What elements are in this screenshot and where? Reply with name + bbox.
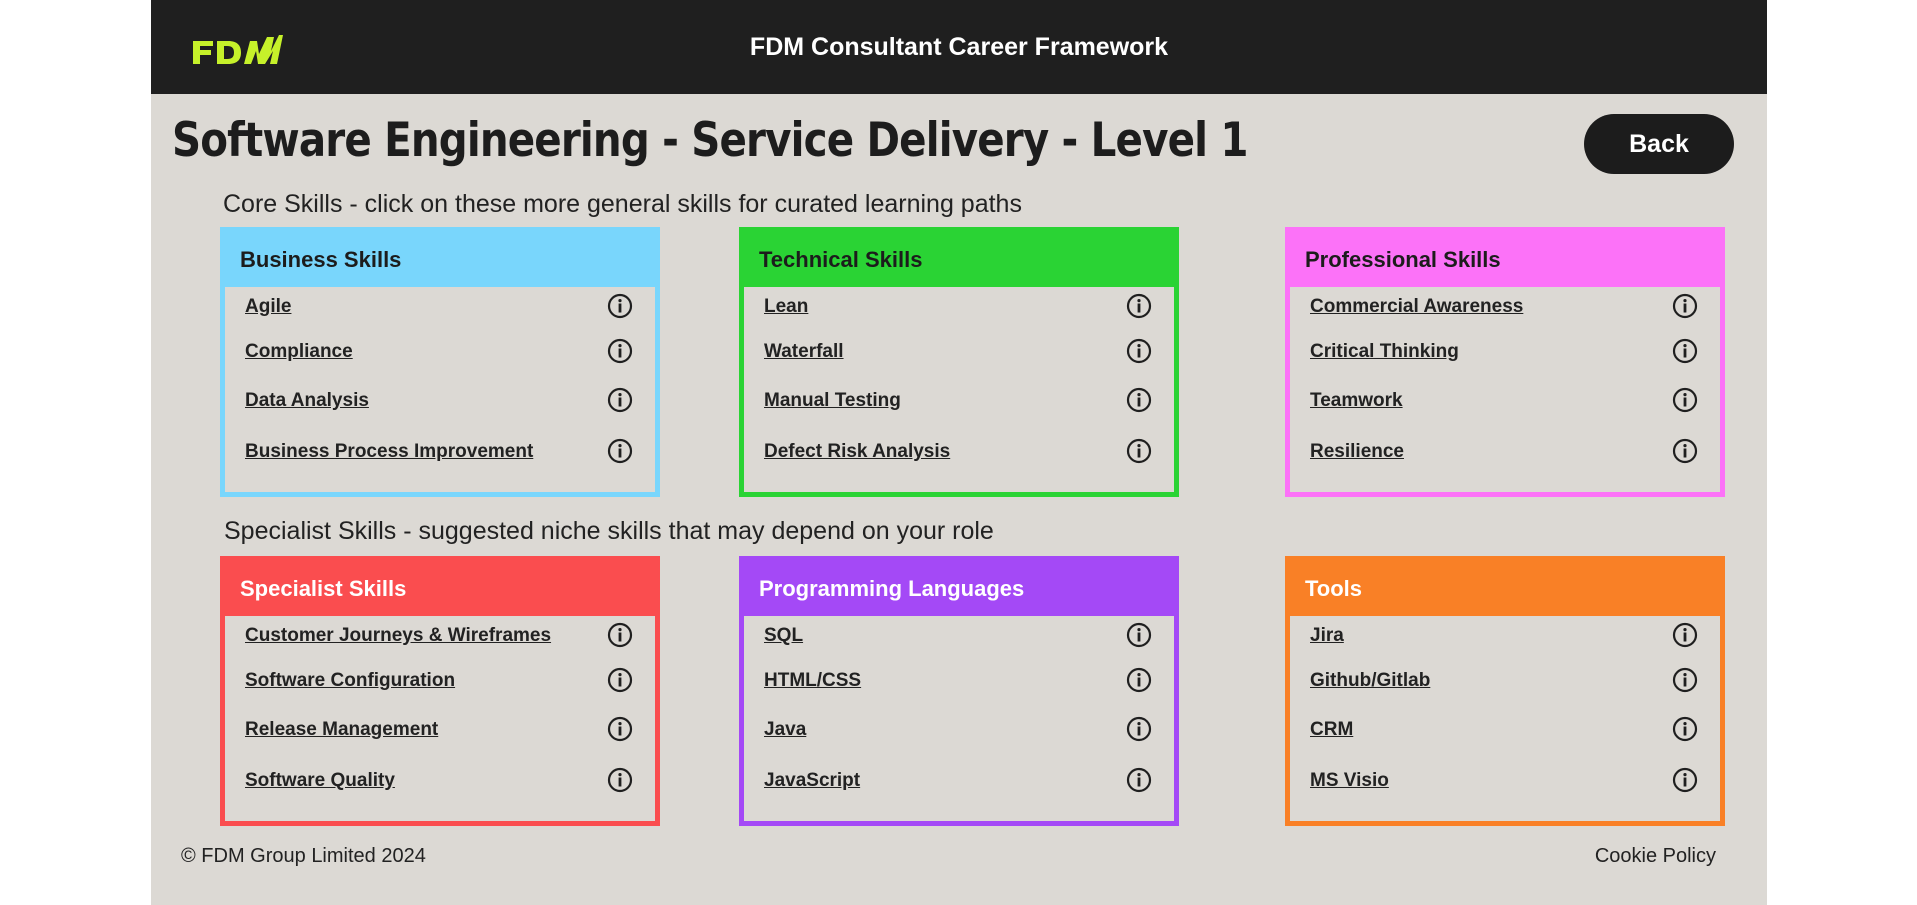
skill-item-business-process-improvement: Business Process Improvement <box>245 437 633 467</box>
skill-card-business-skills: Business Skills Agile Compliance Data Analy… <box>220 227 660 497</box>
info-icon[interactable] <box>607 338 633 364</box>
skill-link[interactable]: Business Process Improvement <box>245 441 533 463</box>
info-icon[interactable] <box>1672 293 1698 319</box>
back-button[interactable]: Back <box>1584 114 1734 174</box>
card-title: Tools <box>1290 561 1720 616</box>
skill-item-java: Java <box>764 715 1152 745</box>
skill-link[interactable]: Waterfall <box>764 341 844 363</box>
skill-item-compliance: Compliance <box>245 337 633 367</box>
info-icon[interactable] <box>1126 438 1152 464</box>
skill-link[interactable]: Software Quality <box>245 770 395 792</box>
skill-item-commercial-awareness: Commercial Awareness <box>1310 292 1698 322</box>
skill-link[interactable]: Software Configuration <box>245 670 455 692</box>
info-icon[interactable] <box>1672 767 1698 793</box>
page-title: Software Engineering - Service Delivery … <box>172 113 1248 168</box>
skill-item-lean: Lean <box>764 292 1152 322</box>
skill-item-javascript: JavaScript <box>764 766 1152 796</box>
info-icon[interactable] <box>1672 438 1698 464</box>
skill-item-waterfall: Waterfall <box>764 337 1152 367</box>
skill-link[interactable]: MS Visio <box>1310 770 1389 792</box>
skill-item-crm: CRM <box>1310 715 1698 745</box>
skill-list: Commercial Awareness Critical Thinking Tea… <box>1290 287 1720 492</box>
card-title: Specialist Skills <box>225 561 655 616</box>
skill-item-resilience: Resilience <box>1310 437 1698 467</box>
skill-item-agile: Agile <box>245 292 633 322</box>
skill-item-github-gitlab: Github/Gitlab <box>1310 666 1698 696</box>
skill-card-professional-skills: Professional Skills Commercial Awareness C… <box>1285 227 1725 497</box>
skill-link[interactable]: Defect Risk Analysis <box>764 441 950 463</box>
skill-link[interactable]: Github/Gitlab <box>1310 670 1430 692</box>
info-icon[interactable] <box>1672 622 1698 648</box>
info-icon[interactable] <box>1672 387 1698 413</box>
info-icon[interactable] <box>607 716 633 742</box>
skill-list: Jira Github/Gitlab CRM MS Visio <box>1290 616 1720 821</box>
skill-link[interactable]: Critical Thinking <box>1310 341 1459 363</box>
card-title: Programming Languages <box>744 561 1174 616</box>
skill-item-manual-testing: Manual Testing <box>764 386 1152 416</box>
app-title: FDM Consultant Career Framework <box>749 33 1169 61</box>
skill-item-data-analysis: Data Analysis <box>245 386 633 416</box>
skill-link[interactable]: Agile <box>245 296 291 318</box>
copyright-text: © FDM Group Limited 2024 <box>181 845 426 867</box>
cookie-policy-link[interactable]: Cookie Policy <box>1595 845 1716 868</box>
skill-list: Agile Compliance Data Analysis Business Pro… <box>225 287 655 492</box>
skill-item-html-css: HTML/CSS <box>764 666 1152 696</box>
skill-link[interactable]: Customer Journeys & Wireframes <box>245 625 551 647</box>
skill-link[interactable]: Commercial Awareness <box>1310 296 1523 318</box>
skill-list: Customer Journeys & Wireframes Software C… <box>225 616 655 821</box>
skill-link[interactable]: JavaScript <box>764 770 860 792</box>
skill-item-software-quality: Software Quality <box>245 766 633 796</box>
specialist-skills-heading: Specialist Skills - suggested niche skil… <box>224 517 994 545</box>
skill-link[interactable]: SQL <box>764 625 803 647</box>
skill-list: Lean Waterfall Manual Testing Defect Risk A… <box>744 287 1174 492</box>
skill-link[interactable]: Resilience <box>1310 441 1404 463</box>
skill-item-critical-thinking: Critical Thinking <box>1310 337 1698 367</box>
info-icon[interactable] <box>607 767 633 793</box>
info-icon[interactable] <box>1672 716 1698 742</box>
info-icon[interactable] <box>607 438 633 464</box>
info-icon[interactable] <box>1126 767 1152 793</box>
skill-card-technical-skills: Technical Skills Lean Waterfall Manual Test… <box>739 227 1179 497</box>
skill-link[interactable]: HTML/CSS <box>764 670 861 692</box>
skill-link[interactable]: Java <box>764 719 806 741</box>
skill-link[interactable]: Lean <box>764 296 808 318</box>
info-icon[interactable] <box>1126 387 1152 413</box>
app-container: FDM Consultant Career Framework Software… <box>151 0 1767 905</box>
core-skills-heading: Core Skills - click on these more genera… <box>223 190 1022 218</box>
skill-item-sql: SQL <box>764 621 1152 651</box>
skill-item-release-management: Release Management <box>245 715 633 745</box>
skill-link[interactable]: Teamwork <box>1310 390 1403 412</box>
info-icon[interactable] <box>1126 667 1152 693</box>
skill-card-programming-languages: Programming Languages SQL HTML/CSS Java Java… <box>739 556 1179 826</box>
info-icon[interactable] <box>607 622 633 648</box>
skill-link[interactable]: CRM <box>1310 719 1353 741</box>
skill-item-defect-risk-analysis: Defect Risk Analysis <box>764 437 1152 467</box>
skill-link[interactable]: Data Analysis <box>245 390 369 412</box>
skill-list: SQL HTML/CSS Java JavaScript <box>744 616 1174 821</box>
info-icon[interactable] <box>607 293 633 319</box>
info-icon[interactable] <box>1126 338 1152 364</box>
info-icon[interactable] <box>607 667 633 693</box>
skill-item-jira: Jira <box>1310 621 1698 651</box>
info-icon[interactable] <box>1126 622 1152 648</box>
skill-link[interactable]: Manual Testing <box>764 390 901 412</box>
skill-item-ms-visio: MS Visio <box>1310 766 1698 796</box>
card-title: Technical Skills <box>744 232 1174 287</box>
card-title: Professional Skills <box>1290 232 1720 287</box>
skill-card-specialist-skills: Specialist Skills Customer Journeys & Wir… <box>220 556 660 826</box>
skill-item-software-configuration: Software Configuration <box>245 666 633 696</box>
skill-link[interactable]: Jira <box>1310 625 1344 647</box>
info-icon[interactable] <box>1672 667 1698 693</box>
info-icon[interactable] <box>1126 716 1152 742</box>
card-title: Business Skills <box>225 232 655 287</box>
skill-link[interactable]: Compliance <box>245 341 353 363</box>
skill-link[interactable]: Release Management <box>245 719 438 741</box>
skill-item-customer-journeys-and-wireframes: Customer Journeys & Wireframes <box>245 621 633 651</box>
info-icon[interactable] <box>607 387 633 413</box>
info-icon[interactable] <box>1126 293 1152 319</box>
info-icon[interactable] <box>1672 338 1698 364</box>
top-bar: FDM Consultant Career Framework <box>151 0 1767 94</box>
skill-item-teamwork: Teamwork <box>1310 386 1698 416</box>
skill-card-tools: Tools Jira Github/Gitlab CRM MS Visio <box>1285 556 1725 826</box>
